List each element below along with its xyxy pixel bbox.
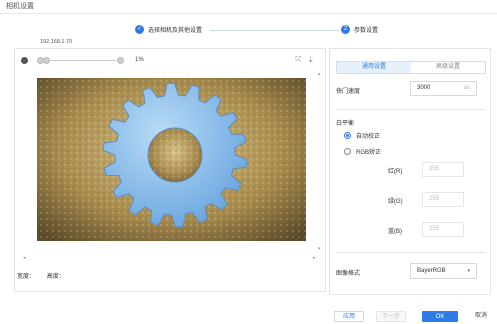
blue-label: 蓝(B) [388, 229, 402, 235]
step-1: ✓ 选择相机及其他设置 [135, 25, 202, 34]
preview-panel: 1% ⤧ ⤓ ◂ ▸ ▴ ▾ 宽度： 高度： [14, 48, 326, 292]
red-label: 红(R) [388, 169, 403, 175]
exposure-label: 快门速度 [336, 89, 361, 95]
radio-auto-correct-label: 自动校正 [356, 134, 381, 140]
white-balance-label: 白平衡 [336, 121, 355, 127]
scroll-down-icon[interactable]: ▾ [318, 246, 321, 252]
settings-tabs: 通用设置 高级设置 [336, 61, 486, 74]
exposure-value: 3000 [417, 85, 431, 91]
fit-screen-icon[interactable]: ⤧ [295, 55, 301, 65]
step-2-number: 2 [341, 25, 350, 34]
blue-input[interactable]: 255 [422, 222, 464, 237]
image-format-value: BayerRGB [417, 268, 446, 274]
tab-advanced[interactable]: 高级设置 [411, 62, 485, 73]
chevron-down-icon: ▾ [467, 268, 470, 274]
scroll-up-icon[interactable]: ▴ [318, 71, 321, 77]
window-title: 相机设置 [6, 3, 34, 10]
download-icon[interactable]: ⤓ [309, 55, 313, 65]
radio-auto-correct-indicator[interactable] [344, 132, 351, 139]
radio-rgb-correct[interactable]: RGB矫正 [344, 147, 381, 156]
ok-button[interactable]: OK [422, 311, 458, 322]
red-input[interactable]: 255 [422, 162, 464, 177]
step-connector [210, 30, 340, 31]
green-input[interactable]: 255 [422, 192, 464, 207]
step-2-label: 参数设置 [354, 28, 379, 34]
scroll-right-icon[interactable]: ▸ [313, 255, 316, 261]
tab-general[interactable]: 通用设置 [337, 62, 411, 73]
scroll-left-icon[interactable]: ◂ [23, 255, 26, 261]
divider [336, 109, 486, 110]
settings-panel: 通用设置 高级设置 快门速度 3000 us 白平衡 自动校正 RGB矫正 红(… [329, 48, 491, 295]
image-format-label: 图像格式 [336, 271, 361, 277]
divider [336, 252, 486, 253]
title-bar: 相机设置 [0, 0, 497, 14]
zoom-in-icon[interactable] [117, 57, 124, 64]
zoom-toolbar: 1% ⤧ ⤓ [15, 49, 325, 71]
zoom-slider[interactable] [48, 60, 116, 61]
camera-preview-image [37, 78, 306, 241]
radio-rgb-correct-label: RGB矫正 [356, 150, 382, 156]
step-1-label: 选择相机及其他设置 [148, 28, 203, 34]
next-button[interactable]: 下一步 [376, 311, 406, 322]
footer: 应用 下一步 OK 取消 [0, 300, 497, 324]
green-label: 绿(G) [388, 199, 403, 205]
step-1-check-icon: ✓ [135, 25, 144, 34]
play-icon[interactable] [21, 57, 28, 64]
exposure-input[interactable]: 3000 us [410, 81, 477, 96]
image-height-label: 高度： [46, 274, 65, 280]
apply-button[interactable]: 应用 [334, 311, 364, 322]
image-info: 宽度： 高度： [17, 271, 75, 280]
radio-rgb-correct-indicator[interactable] [344, 148, 351, 155]
camera-ip: 192.168.1.70 [40, 39, 73, 45]
cancel-button[interactable]: 取消 [470, 311, 492, 322]
step-2: 2 参数设置 [341, 25, 378, 34]
horizontal-scrollbar[interactable]: ◂ ▸ [23, 255, 316, 261]
exposure-unit: us [463, 85, 470, 91]
step-indicator: ✓ 选择相机及其他设置 2 参数设置 [0, 22, 497, 38]
image-width-label: 宽度： [17, 274, 36, 280]
zoom-percent: 1% [135, 57, 144, 63]
radio-auto-correct[interactable]: 自动校正 [344, 131, 380, 140]
image-format-select[interactable]: BayerRGB ▾ [410, 263, 477, 279]
